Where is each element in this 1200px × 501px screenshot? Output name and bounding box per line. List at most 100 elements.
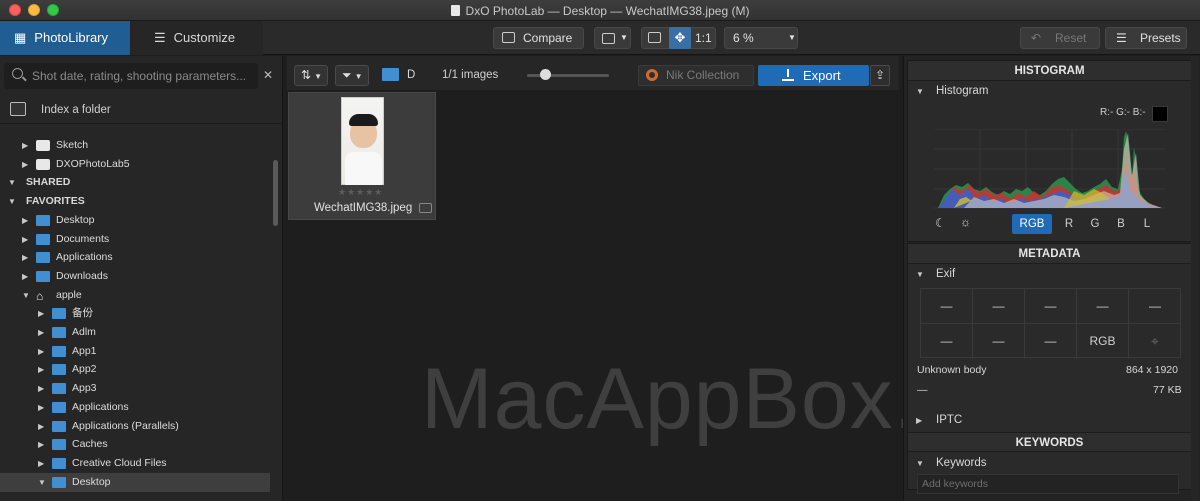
- tree-section-header[interactable]: ▼ SHARED: [0, 173, 270, 192]
- channel-l-button[interactable]: L: [1134, 214, 1160, 234]
- index-folder-button[interactable]: Index a folder: [0, 96, 283, 124]
- zoom-select[interactable]: 6 % ▼: [724, 27, 798, 49]
- collapse-triangle-icon[interactable]: ▼: [916, 87, 924, 96]
- window-title: DxO PhotoLab — Desktop — WechatIMG38.jpe…: [0, 4, 1200, 18]
- disclosure-triangle-icon[interactable]: ▼: [8, 173, 16, 192]
- disclosure-triangle-icon[interactable]: ▶: [22, 230, 28, 249]
- disclosure-triangle-icon[interactable]: ▶: [38, 342, 44, 361]
- filter-button[interactable]: ⏷ ▼: [335, 65, 369, 86]
- tree-item-label: DXOPhotoLab5: [56, 157, 130, 170]
- channel-r-button[interactable]: R: [1056, 214, 1082, 234]
- tree-item[interactable]: ▶ Sketch: [0, 136, 270, 155]
- tree-item[interactable]: ▶ App2: [0, 360, 270, 379]
- tree-item[interactable]: ▶ Applications: [0, 398, 270, 417]
- histogram-header: HISTOGRAM: [908, 61, 1191, 81]
- info-panel: HISTOGRAM ▼ Histogram R:- G:- B:- ☾ ☼ RG…: [903, 56, 1200, 501]
- disclosure-triangle-icon[interactable]: ▶: [38, 304, 44, 323]
- layout-menu-button[interactable]: ▼: [594, 27, 631, 49]
- folder-icon: [52, 420, 66, 432]
- tree-item[interactable]: ▶ App1: [0, 342, 270, 361]
- channel-rgb-button[interactable]: RGB: [1012, 214, 1052, 234]
- scrollbar[interactable]: [273, 160, 278, 226]
- image-count: 1/1 images: [442, 69, 499, 81]
- tab-photolibrary[interactable]: ▦ PhotoLibrary: [0, 21, 130, 55]
- tree-item[interactable]: ▶ Caches: [0, 435, 270, 454]
- one-to-one-button[interactable]: 1:1: [695, 28, 712, 48]
- tab-customize[interactable]: ☰ Customize: [130, 21, 263, 55]
- move-icon[interactable]: ✥: [669, 27, 691, 49]
- tree-item-label: Sketch: [56, 139, 89, 151]
- disclosure-triangle-icon[interactable]: ▶: [38, 435, 44, 454]
- tree-item[interactable]: ▶ DXOPhotoLab5: [0, 155, 270, 174]
- disclosure-triangle-icon[interactable]: ▼: [22, 286, 30, 305]
- channel-b-button[interactable]: B: [1108, 214, 1134, 234]
- tree-item[interactable]: ▶ Creative Cloud Files: [0, 454, 270, 473]
- location-pin-icon[interactable]: ⌖: [1129, 324, 1181, 359]
- folder-icon: [52, 383, 66, 395]
- disclosure-triangle-icon[interactable]: ▶: [22, 248, 28, 267]
- tree-item[interactable]: ▼ Desktop: [0, 472, 270, 492]
- tree-item-label: Applications: [56, 251, 113, 264]
- disclosure-triangle-icon[interactable]: ▶: [38, 360, 44, 379]
- expand-triangle-icon[interactable]: ▶: [916, 416, 922, 425]
- tree-item[interactable]: ▶ Desktop: [0, 211, 270, 230]
- image-thumbnail[interactable]: ★★★★★ WechatIMG38.jpeg: [288, 92, 436, 220]
- add-keywords-input[interactable]: Add keywords: [917, 474, 1179, 494]
- disclosure-triangle-icon[interactable]: ▶: [22, 211, 28, 230]
- nik-collection-button[interactable]: Nik Collection: [638, 65, 754, 86]
- clear-search-icon[interactable]: ✕: [263, 68, 273, 82]
- tree-item[interactable]: ▶ Applications (Parallels): [0, 417, 270, 436]
- exif-cell: —: [1025, 289, 1077, 324]
- slider-knob[interactable]: [540, 69, 551, 80]
- disclosure-triangle-icon[interactable]: ▼: [38, 473, 46, 492]
- tree-item[interactable]: ▶ 备份: [0, 304, 270, 323]
- title-bar: DxO PhotoLab — Desktop — WechatIMG38.jpe…: [0, 0, 1200, 21]
- sort-button[interactable]: ⇅ ▼: [294, 65, 328, 86]
- tree-item[interactable]: ▶ Downloads: [0, 267, 270, 286]
- disclosure-triangle-icon[interactable]: ▶: [38, 417, 44, 436]
- tree-item[interactable]: ▶ App3: [0, 379, 270, 398]
- filter-icon: ⏷: [342, 68, 352, 82]
- tree-item[interactable]: ▼ ⌂ apple: [0, 286, 270, 305]
- nik-icon: [646, 69, 658, 81]
- compare-button[interactable]: Compare: [493, 27, 584, 49]
- collapse-triangle-icon[interactable]: ▼: [916, 459, 924, 468]
- color-space-cell: RGB: [1077, 324, 1129, 359]
- disclosure-triangle-icon[interactable]: ▶: [38, 379, 44, 398]
- folder-icon: [52, 345, 66, 357]
- exif-cell: —: [1025, 324, 1077, 359]
- tree-item[interactable]: ▶ Applications: [0, 248, 270, 267]
- fit-screen-icon[interactable]: [648, 32, 661, 43]
- tree-item[interactable]: ▶ Documents: [0, 230, 270, 249]
- collapse-triangle-icon[interactable]: ▼: [916, 270, 924, 279]
- metadata-panel: METADATA ▼ Exif — — — — — — — — RGB ⌖ Un…: [907, 243, 1192, 494]
- disclosure-triangle-icon[interactable]: ▶: [38, 454, 44, 473]
- folder-icon: [36, 214, 50, 226]
- channel-g-button[interactable]: G: [1082, 214, 1108, 234]
- moon-icon[interactable]: ☾: [935, 216, 946, 230]
- disclosure-triangle-icon[interactable]: ▶: [22, 136, 28, 155]
- chevron-down-icon: ▼: [788, 33, 796, 42]
- compare-icon: [502, 32, 515, 43]
- tree-item-label: apple: [56, 288, 82, 301]
- share-button[interactable]: ⇪: [870, 65, 890, 86]
- disclosure-triangle-icon[interactable]: ▶: [38, 398, 44, 417]
- disclosure-triangle-icon[interactable]: ▼: [8, 192, 16, 211]
- disclosure-triangle-icon[interactable]: ▶: [22, 155, 28, 174]
- rating-stars[interactable]: ★★★★★: [338, 187, 383, 198]
- scrollbar[interactable]: [1191, 56, 1199, 501]
- sliders-icon: ☰: [154, 30, 166, 45]
- search-field[interactable]: Shot date, rating, shooting parameters..…: [4, 63, 258, 89]
- tree-item[interactable]: ▶ Adlm: [0, 323, 270, 342]
- export-button[interactable]: Export: [758, 65, 869, 86]
- index-folder-icon: [10, 102, 26, 116]
- image-dimensions: 864 x 1920: [1126, 364, 1178, 376]
- tree-section-header[interactable]: ▼ FAVORITES: [0, 192, 270, 211]
- presets-button[interactable]: ☰ Presets: [1105, 27, 1187, 49]
- reset-button[interactable]: ↶ Reset: [1020, 27, 1100, 49]
- disclosure-triangle-icon[interactable]: ▶: [38, 323, 44, 342]
- disclosure-triangle-icon[interactable]: ▶: [22, 267, 28, 286]
- file-size: 77 KB: [1153, 384, 1182, 396]
- sun-icon[interactable]: ☼: [960, 215, 971, 229]
- sort-icon: ⇅: [301, 68, 312, 82]
